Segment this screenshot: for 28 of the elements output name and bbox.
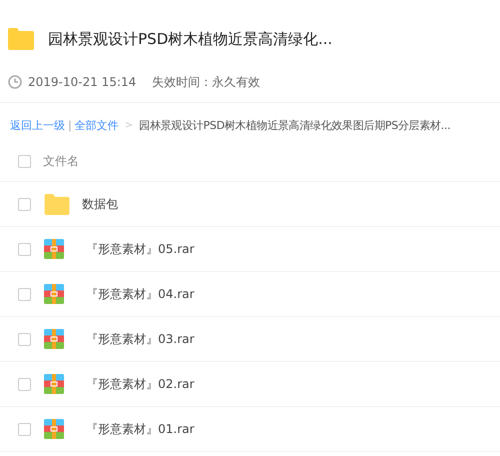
share-date: 2019-10-21 15:14 <box>28 75 136 89</box>
expiry-text: 失效时间：永久有效 <box>152 74 260 90</box>
column-header: 文件名 <box>43 152 79 170</box>
row-checkbox[interactable] <box>18 378 31 390</box>
share-title: 园林景观设计PSD树木植物近景高清绿化... <box>48 30 332 48</box>
file-name[interactable]: 『形意素材』02.rar <box>86 376 194 392</box>
archive-icon <box>44 374 64 394</box>
archive-icon <box>44 239 64 259</box>
separator: | <box>68 118 72 132</box>
row-checkbox[interactable] <box>18 198 31 210</box>
folder-icon <box>44 194 70 214</box>
file-name[interactable]: 数据包 <box>82 196 118 212</box>
row-checkbox[interactable] <box>18 332 31 346</box>
folder-icon <box>8 28 34 50</box>
archive-icon <box>44 329 64 349</box>
file-name[interactable]: 『形意素材』04.rar <box>86 286 194 302</box>
breadcrumb-arrow: > <box>124 120 134 130</box>
current-folder-path: 园林景观设计PSD树木植物近景高清绿化效果图后期PS分层素材... <box>139 118 450 132</box>
archive-icon <box>44 284 64 304</box>
archive-icon <box>44 419 64 439</box>
clock-icon <box>8 75 22 89</box>
row-checkbox[interactable] <box>18 242 31 256</box>
file-name[interactable]: 『形意素材』01.rar <box>86 420 194 438</box>
file-name[interactable]: 『形意素材』05.rar <box>86 240 194 258</box>
file-name[interactable]: 『形意素材』03.rar <box>86 330 194 348</box>
select-all-checkbox[interactable] <box>18 154 31 168</box>
row-checkbox[interactable] <box>18 422 31 436</box>
row-checkbox[interactable] <box>18 288 31 300</box>
